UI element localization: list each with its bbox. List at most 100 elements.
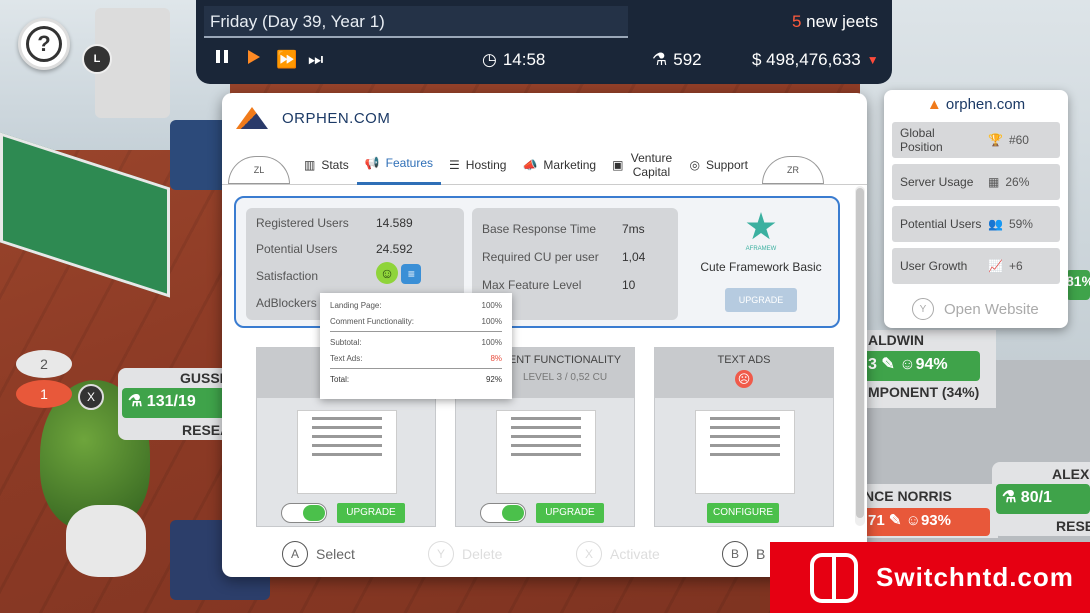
floor-badge-1[interactable]: 1 (16, 380, 72, 408)
side-title: ▲ orphen.com (884, 96, 1068, 113)
feature-toggle[interactable] (480, 503, 526, 523)
upgrade-button[interactable]: UPGRADE (337, 503, 405, 523)
y-button-icon: Y (428, 541, 454, 567)
employee-name: NCE NORRIS (864, 488, 952, 504)
hint-label: Activate (610, 546, 660, 562)
required-cu-label: Required CU per user (482, 250, 599, 264)
hint-label: B (756, 546, 766, 562)
tab-support[interactable]: ◎ Support (681, 145, 756, 185)
tab-features[interactable]: 📢 Features (356, 145, 442, 185)
employee-role: MPONENT (34%) (868, 384, 980, 400)
adblockers-label: AdBlockers (256, 296, 317, 310)
potential-users-label: Potential Users (256, 242, 338, 256)
tab-stats[interactable]: ▥ Stats (296, 145, 357, 185)
tooltip-value: 8% (490, 353, 502, 363)
server-usage-row: Server Usage ▦ 26% (892, 164, 1060, 200)
jeets-label: new jeets (806, 12, 878, 31)
tab-label: Stats (321, 157, 349, 172)
tab-label: Features (385, 156, 434, 170)
happiness-value: 93% (920, 512, 951, 529)
stat-value: 71 (868, 512, 885, 529)
open-website-button[interactable]: Y Open Website (912, 298, 1039, 320)
hint-back[interactable]: BB (722, 541, 765, 567)
switch-logo-icon (810, 552, 858, 603)
help-button[interactable]: ? (18, 18, 70, 70)
smile-icon: ☺ (376, 262, 398, 284)
panel-scrollbar[interactable] (855, 186, 865, 526)
jeets-count: 5 (791, 12, 802, 31)
tab-venture-capital[interactable]: ▣ Venture Capital (604, 145, 681, 185)
hint-select[interactable]: A Select (282, 541, 355, 567)
happiness-value: 94% (915, 356, 948, 373)
tooltip-value: 100% (481, 300, 502, 310)
research-display: ⚗ 592 (652, 50, 702, 70)
trophy-icon: 🏆 (988, 133, 1003, 147)
row-label: User Growth (900, 259, 968, 273)
tooltip-label: Subtotal: (330, 337, 362, 347)
new-jeets-notice[interactable]: 5 new jeets (792, 12, 878, 32)
orphen-logo-icon (236, 107, 268, 129)
button-hints: A Select Y Delete X Activate BB (280, 541, 840, 571)
money-display[interactable]: $ 498,476,633 ▼ (752, 50, 879, 70)
fastest-button[interactable]: ⏭ (308, 50, 323, 70)
smile-icon: ☺ (899, 356, 916, 373)
row-value: 👥 59% (988, 206, 1033, 242)
l-button[interactable]: L (82, 44, 112, 74)
x-button-icon: X (576, 541, 602, 567)
tab-label: Support (705, 157, 748, 172)
required-cu-value: 1,04 (622, 250, 646, 264)
smile-icon: ☺ (905, 512, 921, 529)
pause-button[interactable] (216, 50, 228, 63)
upgrade-button[interactable]: UPGRADE (536, 503, 604, 523)
clock-display: ◷ 14:58 (482, 50, 545, 70)
global-position-row: Global Position 🏆 #60 (892, 122, 1060, 158)
flask-icon: ⚗ (1002, 489, 1017, 506)
website-summary-panel: ▲ orphen.com Global Position 🏆 #60 Server … (884, 90, 1068, 328)
zr-button[interactable]: ZR (761, 156, 824, 184)
framework-logo-text: AFRAMEW (745, 246, 777, 252)
flask-icon: ⚗ (652, 50, 668, 69)
megaphone-icon: 📢 (364, 156, 380, 170)
date-display: Friday (Day 39, Year 1) (204, 6, 628, 38)
feature-toggle[interactable] (281, 503, 327, 523)
watermark-text: Switchntd.com (876, 562, 1074, 592)
x-button[interactable]: X (78, 384, 104, 410)
edit-icon: ✎ (881, 356, 895, 373)
configure-button[interactable]: CONFIGURE (707, 503, 779, 523)
card-title: TEXT ADS (717, 354, 771, 366)
play-button[interactable] (248, 50, 260, 64)
row-value-text: +6 (1008, 259, 1023, 273)
clock-icon: ◷ (482, 50, 497, 69)
hint-delete[interactable]: Y Delete (428, 541, 502, 567)
stat-value: 80/1 (1020, 489, 1052, 506)
fast-forward-button[interactable]: ⏩ (276, 50, 297, 70)
skip-icon: ⏭ (308, 50, 324, 69)
floor-badge-2[interactable]: 2 (16, 350, 72, 378)
plant-pot (66, 505, 146, 577)
tooltip-row: Subtotal: 100% (330, 334, 502, 350)
employee-stat-gussi: ⚗ 131/19 (122, 388, 226, 418)
server-icon: ☰ (449, 157, 460, 172)
camera-icon: ▣ (612, 157, 624, 172)
hint-label: Delete (462, 546, 503, 562)
sad-face-icon: ☹ (735, 370, 753, 388)
list-icon[interactable]: ≡ (401, 264, 422, 284)
question-icon: ? (26, 26, 62, 62)
employee-stat-edge: 81% (1066, 270, 1090, 300)
satisfaction-tooltip: Landing Page: 100% Comment Functionality:… (320, 293, 512, 399)
panel-title: ORPHEN.COM (282, 109, 391, 127)
tooltip-row: Landing Page: 100% (330, 297, 502, 313)
tooltip-value: 100% (481, 316, 502, 326)
tab-hosting[interactable]: ☰ Hosting (441, 145, 514, 185)
zl-button[interactable]: ZL (228, 156, 290, 184)
framework-upgrade-button[interactable]: UPGRADE (725, 288, 797, 312)
hint-activate[interactable]: X Activate (576, 541, 660, 567)
employee-stat-norris: 71 ✎ ☺93% (862, 508, 990, 536)
framework-name: Cute Framework Basic (700, 260, 822, 274)
potential-users-row: Potential Users 👥 59% (892, 206, 1060, 242)
employee-role: RESE (1056, 518, 1090, 534)
time-value: 14:58 (502, 50, 546, 69)
feature-card-text-ads[interactable]: TEXT ADS ☹ CONFIGURE (654, 347, 834, 527)
bar-chart-icon: ▥ (304, 157, 316, 172)
tab-marketing[interactable]: 📣 Marketing (514, 145, 604, 185)
